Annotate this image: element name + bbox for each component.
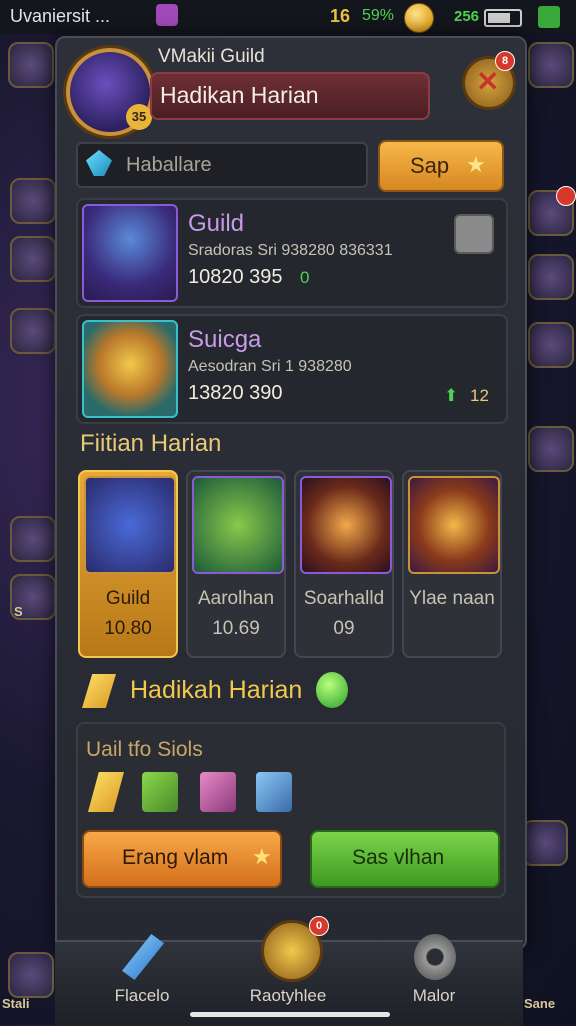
side-right-label: Sane bbox=[524, 996, 556, 1011]
confirm-button[interactable]: Sas vlhan bbox=[310, 830, 500, 888]
signal-icon bbox=[538, 6, 560, 28]
search-button-label: Sap bbox=[410, 153, 450, 178]
orb-icon[interactable] bbox=[528, 186, 576, 236]
chest-icon[interactable] bbox=[10, 178, 56, 224]
claim-button[interactable]: Erang vlam ★ bbox=[82, 830, 282, 888]
sun-icon bbox=[192, 476, 284, 574]
tile-value: 10.69 bbox=[212, 618, 260, 639]
card-stat: 10820 395 bbox=[188, 266, 283, 288]
status-gems: 256 bbox=[454, 8, 480, 25]
hero-portrait bbox=[82, 204, 178, 302]
gold-shard-icon bbox=[88, 772, 124, 812]
armor-icon bbox=[84, 476, 176, 574]
title-banner: Hadikan Harian bbox=[150, 72, 430, 120]
guild-card[interactable]: Suicga Aesodran Sri 1 938280 13820 390 ⬆… bbox=[76, 314, 508, 424]
star-icon: ★ bbox=[466, 152, 486, 177]
daily-tile-selected[interactable]: Guild 10.80 bbox=[78, 470, 178, 658]
side-left-label: S bbox=[14, 604, 23, 619]
quest-icon[interactable] bbox=[528, 254, 574, 300]
card-extra: 12 bbox=[470, 386, 489, 405]
card-title: Guild bbox=[188, 210, 245, 237]
gem-icon bbox=[86, 150, 112, 176]
pink-box-icon bbox=[200, 772, 236, 812]
side-left-bottom-label: Stali bbox=[2, 996, 30, 1011]
nav-label: Flacelo bbox=[114, 986, 170, 1005]
search-input[interactable]: Haballare bbox=[76, 142, 368, 188]
sword-icon bbox=[122, 934, 164, 980]
shield-icon[interactable] bbox=[10, 516, 56, 562]
portal-icon bbox=[300, 476, 392, 574]
claim-button-label: Erang vlam bbox=[122, 846, 229, 869]
select-checkbox[interactable] bbox=[454, 214, 494, 254]
emblem-level: 35 bbox=[126, 104, 152, 130]
battery-icon bbox=[484, 9, 522, 27]
status-level: 16 bbox=[330, 6, 351, 26]
nav-label: Raotyhlee bbox=[249, 986, 327, 1005]
crate-icon[interactable] bbox=[528, 42, 574, 88]
close-badge: 8 bbox=[495, 51, 515, 71]
shield-emblem-icon bbox=[82, 320, 178, 418]
section-title: Fiitian Harian bbox=[80, 430, 222, 457]
gear-icon bbox=[414, 934, 456, 980]
tile-name: Aarolhan bbox=[197, 588, 275, 609]
guild-card[interactable]: Guild Sradoras Sri 938280 836331 10820 3… bbox=[76, 198, 508, 308]
status-app-title: Uvaniersit ... bbox=[10, 6, 111, 26]
ring-icon[interactable] bbox=[10, 236, 56, 282]
nav-badge: 0 bbox=[309, 916, 329, 936]
arrow-up-icon: ⬆ bbox=[444, 386, 459, 405]
page-title: Hadikan Harian bbox=[160, 82, 319, 108]
weapon-icon bbox=[408, 476, 500, 574]
lock-icon bbox=[156, 4, 178, 26]
guild-emblem-icon: 35 bbox=[66, 48, 154, 136]
search-button[interactable]: Sap ★ bbox=[378, 140, 504, 192]
close-icon: ✕ bbox=[476, 66, 500, 97]
side-menu-icon[interactable] bbox=[8, 42, 54, 88]
green-orb-icon bbox=[316, 672, 348, 708]
green-box-icon bbox=[142, 772, 178, 812]
rewards-box: Uail tfo Siols Erang vlam ★ Sas vlhan bbox=[76, 722, 506, 898]
tile-value: 10.80 bbox=[104, 618, 152, 639]
avatar-icon[interactable] bbox=[522, 820, 568, 866]
coin-icon bbox=[404, 3, 434, 33]
star-icon: ★ bbox=[252, 844, 272, 869]
tile-name: Guild bbox=[105, 588, 151, 609]
card-subtitle: Aesodran Sri 1 938280 bbox=[188, 358, 352, 375]
status-percent: 59% bbox=[362, 7, 395, 24]
helmet-icon[interactable] bbox=[10, 308, 56, 354]
star-icon[interactable] bbox=[528, 322, 574, 368]
blue-box-icon bbox=[256, 772, 292, 812]
gem-icon[interactable] bbox=[528, 426, 574, 472]
status-bar: Uvaniersit ... 16 59% 256 bbox=[0, 0, 576, 34]
daily-tile[interactable]: Aarolhan 10.69 bbox=[186, 470, 286, 658]
guild-name: VMakii Guild bbox=[158, 46, 265, 67]
confirm-button-label: Sas vlhan bbox=[352, 846, 445, 869]
rewards-title: Uail tfo Siols bbox=[86, 738, 203, 761]
tile-name: Ylae naan bbox=[409, 588, 495, 609]
daily-tile[interactable]: Soarhalld 09 bbox=[294, 470, 394, 658]
daily-tile[interactable]: Ylae naan bbox=[402, 470, 502, 658]
daily-label: Hadikah Harian bbox=[130, 676, 303, 704]
tile-name: Soarhalld bbox=[303, 588, 385, 609]
nav-label: Malor bbox=[412, 986, 456, 1005]
card-title: Suicga bbox=[188, 326, 262, 353]
close-button[interactable]: ✕ 8 bbox=[462, 51, 516, 110]
card-extra: 0 bbox=[300, 268, 310, 287]
search-placeholder: Haballare bbox=[126, 154, 212, 176]
card-subtitle: Sradoras Sri 938280 836331 bbox=[188, 242, 393, 259]
card-stat: 13820 390 bbox=[188, 382, 283, 404]
home-indicator[interactable] bbox=[190, 1012, 390, 1017]
tile-value: 09 bbox=[333, 618, 355, 639]
notification-badge bbox=[556, 186, 576, 206]
chest-icon[interactable] bbox=[8, 952, 54, 998]
